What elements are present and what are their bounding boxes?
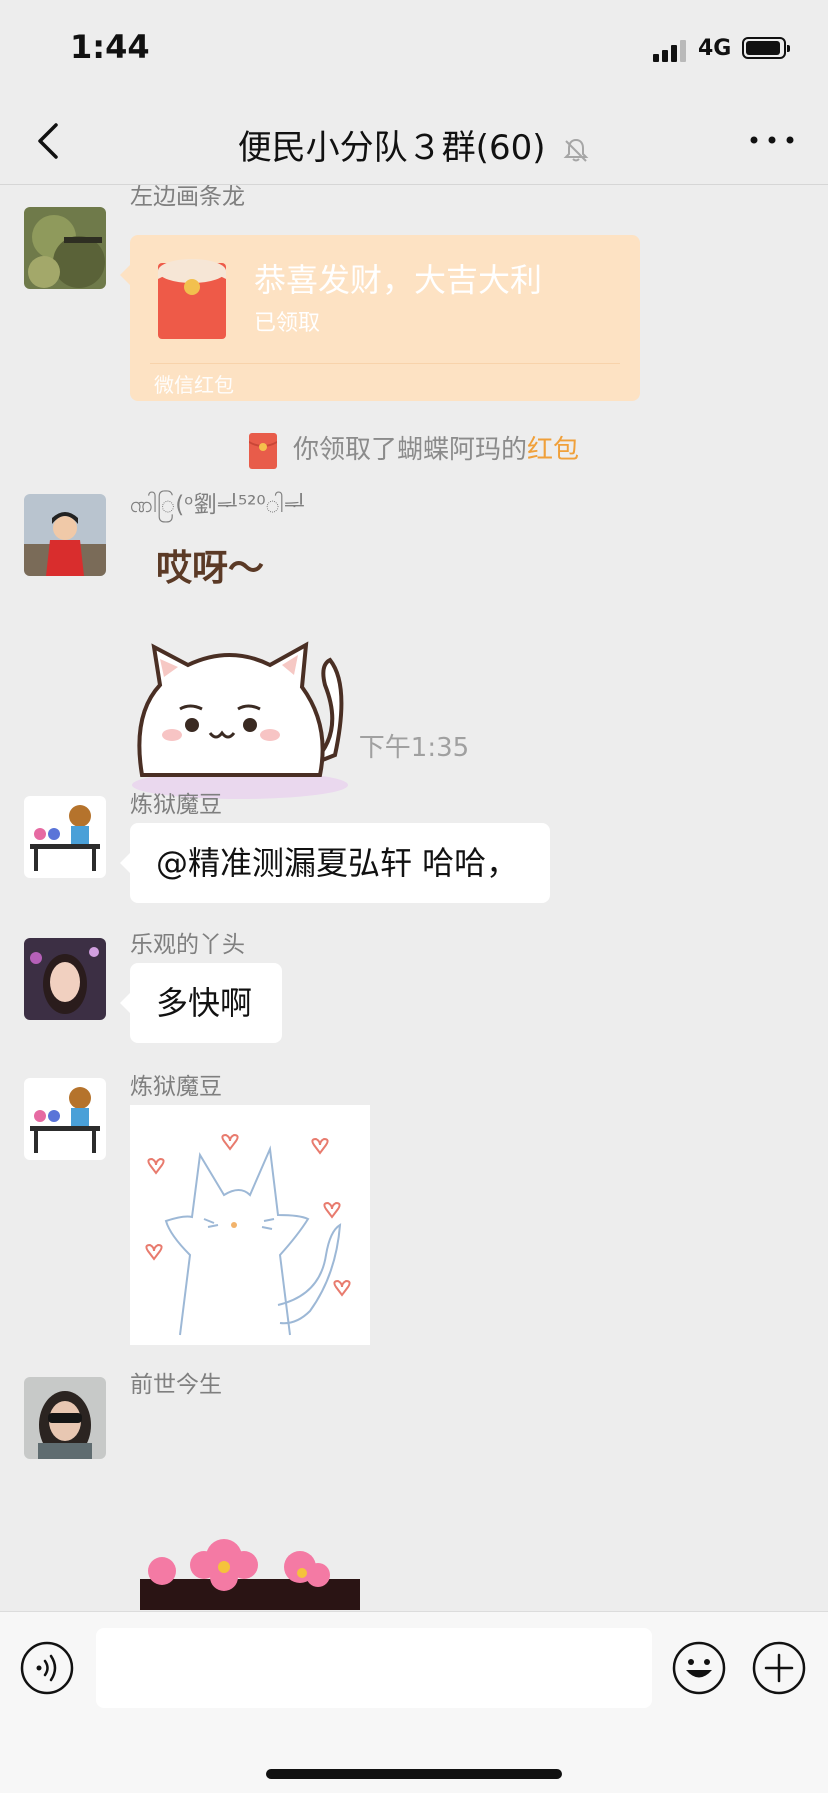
message-bubble[interactable]: 多快啊 <box>120 963 282 1043</box>
red-packet-link[interactable]: 红包 <box>527 435 579 465</box>
signal-icon <box>653 38 689 62</box>
more-button[interactable] <box>744 120 800 160</box>
image-message[interactable] <box>130 1105 370 1345</box>
status-bar: 1:44 4G <box>0 0 828 100</box>
fox-drawing-icon <box>145 1133 351 1336</box>
avatar-image <box>24 938 106 1020</box>
message-text: 炼狱魔豆 @精准测漏夏弘轩 哈哈， <box>0 785 828 905</box>
red-packet-card[interactable]: 恭喜发财，大吉大利 已领取 微信红包 <box>120 235 640 401</box>
sender-name: 炼狱魔豆 <box>130 1074 222 1100</box>
emoji-button[interactable] <box>672 1641 726 1695</box>
status-time: 1:44 <box>70 28 150 66</box>
input-bar <box>0 1611 828 1793</box>
network-type: 4G <box>698 36 732 61</box>
bell-off-icon <box>563 138 589 162</box>
sender-name: 左边画条龙 <box>130 185 245 210</box>
avatar[interactable] <box>24 494 106 576</box>
chat-header: 便民小分队３群(60) <box>0 100 828 185</box>
red-packet-icon <box>248 432 277 469</box>
sender-name: ဏါြ(ᵒ劉ᆗ⁵²⁰ါᆗ <box>130 492 306 518</box>
sticker-image[interactable] <box>140 1531 360 1610</box>
sticker-image[interactable]: 哎呀～ <box>130 525 380 825</box>
system-message: 你领取了蝴蝶阿玛的红包 <box>0 429 828 469</box>
red-packet-icon <box>158 259 226 339</box>
red-packet-divider <box>150 363 620 364</box>
avatar[interactable] <box>24 1377 106 1459</box>
red-packet-footer: 微信红包 <box>154 373 234 397</box>
avatar[interactable] <box>24 207 106 289</box>
message-red-packet: 左边画条龙 恭喜发财，大吉大利 已领取 微信红包 <box>0 185 828 425</box>
sender-name: 炼狱魔豆 <box>130 792 222 818</box>
emoji-icon <box>672 1641 726 1695</box>
sender-name: 乐观的丫头 <box>130 932 245 958</box>
message-image: 炼狱魔豆 <box>0 1067 828 1367</box>
plus-button[interactable] <box>752 1641 806 1695</box>
group-name: 便民小分队３群(60) <box>237 128 546 168</box>
flower-sticker-icon <box>140 1539 360 1610</box>
avatar[interactable] <box>24 1078 106 1160</box>
avatar-image <box>24 494 106 576</box>
chat-title: 便民小分队３群(60) <box>0 120 828 169</box>
red-packet-status: 已领取 <box>254 311 321 336</box>
system-message-text: 你领取了蝴蝶阿玛的 <box>292 435 527 465</box>
red-packet-title: 恭喜发财，大吉大利 <box>254 261 543 299</box>
avatar[interactable] <box>24 796 106 878</box>
message-input[interactable] <box>96 1628 652 1708</box>
avatar-image <box>24 207 106 289</box>
message-sticker: 前世今生 <box>0 1365 828 1610</box>
chat-message-list[interactable]: 左边画条龙 恭喜发财，大吉大利 已领取 微信红包 你领取了蝴蝶阿玛的红包 ဏါြ… <box>0 185 828 1610</box>
home-indicator <box>266 1769 562 1779</box>
battery-icon <box>742 37 790 59</box>
more-dots-icon <box>750 136 794 144</box>
avatar-image <box>24 1377 106 1459</box>
sender-name: 前世今生 <box>130 1372 222 1398</box>
voice-icon <box>20 1641 74 1695</box>
avatar-image <box>24 796 106 878</box>
message-text: 乐观的丫头 多快啊 <box>0 925 828 1045</box>
message-bubble[interactable]: @精准测漏夏弘轩 哈哈， <box>120 823 550 903</box>
plus-icon <box>752 1641 806 1695</box>
voice-button[interactable] <box>20 1641 74 1695</box>
avatar[interactable] <box>24 938 106 1020</box>
time-separator: 下午1:35 <box>358 733 470 763</box>
avatar-image <box>24 1078 106 1160</box>
